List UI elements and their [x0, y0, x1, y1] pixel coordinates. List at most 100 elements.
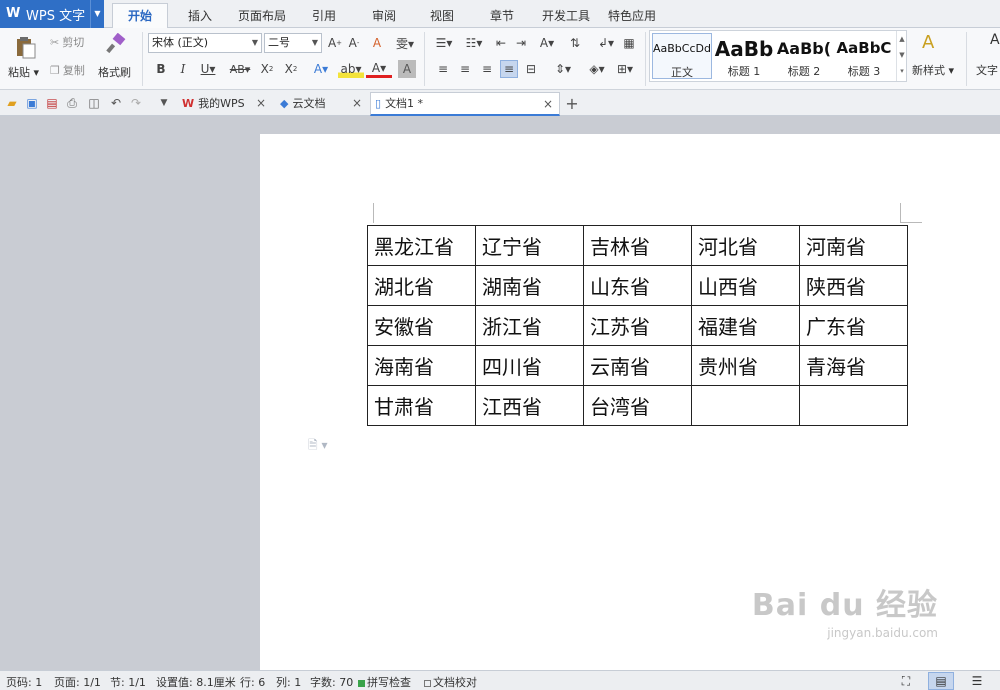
tab-home[interactable]: 开始: [112, 3, 168, 29]
table-cell[interactable]: 湖南省: [475, 265, 584, 306]
app-menu-button[interactable]: W WPS 文字 ▼: [0, 0, 104, 28]
new-tab-plus-icon[interactable]: +: [564, 94, 580, 113]
table-cell[interactable]: 广东省: [799, 305, 908, 346]
status-row[interactable]: 行: 6: [240, 674, 265, 690]
table-cell[interactable]: 黑龙江省: [367, 225, 476, 266]
table-cell[interactable]: 陕西省: [799, 265, 908, 306]
paragraph-shading-icon[interactable]: ◈▾: [584, 60, 610, 78]
print-preview-icon[interactable]: ◫: [86, 95, 102, 111]
align-center-icon[interactable]: ≡: [456, 60, 474, 78]
paste-icon[interactable]: [12, 34, 40, 60]
grow-font-icon[interactable]: A +: [326, 34, 344, 52]
styles-scroll[interactable]: ▲ ▼ ▾: [896, 31, 907, 81]
tab-cloud-docs[interactable]: ◆ 云文档 ×: [276, 92, 368, 116]
increase-indent-icon[interactable]: ⇥: [512, 34, 530, 52]
export-pdf-icon[interactable]: ▤: [44, 95, 60, 111]
table-cell[interactable]: [691, 385, 800, 426]
decrease-indent-icon[interactable]: ⇤: [492, 34, 510, 52]
numbering-icon[interactable]: ☷▾: [460, 34, 488, 52]
borders-icon[interactable]: ⊞▾: [612, 60, 638, 78]
table-cell[interactable]: 辽宁省: [475, 225, 584, 266]
style-heading-3[interactable]: AaBbC 标题 3: [834, 33, 894, 79]
font-size-select[interactable]: 二号 ▼: [264, 33, 322, 53]
subscript-icon[interactable]: X2: [282, 60, 300, 78]
status-section[interactable]: 节: 1/1: [110, 674, 146, 690]
redo-icon[interactable]: ↷: [128, 95, 144, 111]
char-shading-icon[interactable]: A: [398, 60, 416, 78]
table-cell[interactable]: 河南省: [799, 225, 908, 266]
style-normal[interactable]: AaBbCcDd 正文: [652, 33, 712, 79]
table-cell[interactable]: 四川省: [475, 345, 584, 386]
align-right-icon[interactable]: ≡: [478, 60, 496, 78]
table-grid-icon[interactable]: ▦: [620, 34, 638, 52]
print-icon[interactable]: ⎙: [64, 95, 80, 111]
style-heading-2[interactable]: AaBb( 标题 2: [774, 33, 834, 79]
clear-format-icon[interactable]: A: [368, 34, 386, 52]
bullets-icon[interactable]: ☰▾: [430, 34, 458, 52]
save-icon[interactable]: ▣: [24, 95, 40, 111]
doc-proof-toggle[interactable]: 文档校对: [424, 674, 477, 690]
table-cell[interactable]: 河北省: [691, 225, 800, 266]
font-color-icon[interactable]: A▾: [366, 60, 392, 78]
new-style-button[interactable]: 新样式 ▾: [912, 62, 954, 78]
tab-insert[interactable]: 插入: [180, 4, 220, 28]
highlight-icon[interactable]: ab▾: [338, 60, 364, 78]
paragraph-mark-icon[interactable]: ↲▾: [594, 34, 618, 52]
tab-developer[interactable]: 开发工具: [536, 4, 596, 28]
tab-view[interactable]: 视图: [422, 4, 462, 28]
tab-my-wps[interactable]: W 我的WPS ×: [176, 92, 272, 116]
undo-icon[interactable]: ↶: [108, 95, 124, 111]
spell-check-toggle[interactable]: 拼写检查: [358, 674, 411, 690]
table-cell[interactable]: 江苏省: [583, 305, 692, 346]
italic-icon[interactable]: I: [174, 60, 192, 78]
format-painter-icon[interactable]: [104, 32, 128, 56]
tab-references[interactable]: 引用: [304, 4, 344, 28]
table-cell[interactable]: [799, 385, 908, 426]
status-setting[interactable]: 设置值: 8.1厘米: [156, 674, 236, 690]
table-cell[interactable]: 湖北省: [367, 265, 476, 306]
justify-icon[interactable]: ≡: [500, 60, 518, 78]
copy-button[interactable]: ❐ 复制: [50, 62, 85, 78]
sort-icon[interactable]: ⇅: [566, 34, 584, 52]
quick-access-menu-icon[interactable]: ▼: [156, 95, 172, 111]
bold-icon[interactable]: B: [152, 60, 170, 78]
table-cell[interactable]: 吉林省: [583, 225, 692, 266]
superscript-icon[interactable]: X2: [258, 60, 276, 78]
status-col[interactable]: 列: 1: [276, 674, 301, 690]
table-cell[interactable]: 云南省: [583, 345, 692, 386]
table-cell[interactable]: 青海省: [799, 345, 908, 386]
chevron-down-icon[interactable]: ▼: [90, 0, 104, 28]
font-name-select[interactable]: 宋体 (正文) ▼: [148, 33, 262, 53]
close-icon[interactable]: ×: [256, 92, 266, 114]
distribute-icon[interactable]: ⊟: [522, 60, 540, 78]
underline-icon[interactable]: U▾: [196, 60, 220, 78]
new-style-icon[interactable]: A: [922, 32, 934, 53]
table-cell[interactable]: 海南省: [367, 345, 476, 386]
style-heading-1[interactable]: AaBb 标题 1: [714, 33, 774, 79]
line-spacing-icon[interactable]: ⇕▾: [550, 60, 576, 78]
strikethrough-icon[interactable]: AB▾: [226, 60, 254, 78]
document-page[interactable]: 黑龙江省 辽宁省 吉林省 河北省 河南省 湖北省 湖南省 山东省 山西省 陕西省 安徽省 浙江省 江苏省…: [260, 134, 1000, 670]
table-cell[interactable]: 贵州省: [691, 345, 800, 386]
table-cell[interactable]: 山西省: [691, 265, 800, 306]
tab-page-layout[interactable]: 页面布局: [232, 4, 292, 28]
table-cell[interactable]: 台湾省: [583, 385, 692, 426]
status-word-count[interactable]: 字数: 70: [310, 674, 353, 690]
text-effect-icon[interactable]: A▾: [308, 60, 334, 78]
close-icon[interactable]: ×: [352, 92, 362, 114]
paste-button[interactable]: 粘贴 ▾: [8, 64, 39, 80]
open-folder-icon[interactable]: ▰: [4, 95, 20, 111]
table-cell[interactable]: 安徽省: [367, 305, 476, 346]
tab-special[interactable]: 特色应用: [604, 4, 660, 28]
tab-document-1[interactable]: ▯ 文档1 * ×: [370, 92, 560, 116]
paragraph-layout-icon[interactable]: 🗎 ▾: [308, 436, 328, 457]
table-cell[interactable]: 甘肃省: [367, 385, 476, 426]
phonetic-guide-icon[interactable]: 雯▾: [392, 34, 418, 52]
table-cell[interactable]: 江西省: [475, 385, 584, 426]
close-icon[interactable]: ×: [543, 93, 553, 115]
fullscreen-icon[interactable]: ⛶: [893, 672, 919, 690]
text-tools-label[interactable]: 文字: [976, 62, 998, 78]
tab-chapter[interactable]: 章节: [482, 4, 522, 28]
tab-review[interactable]: 审阅: [364, 4, 404, 28]
shrink-font-icon[interactable]: A-: [345, 34, 363, 52]
